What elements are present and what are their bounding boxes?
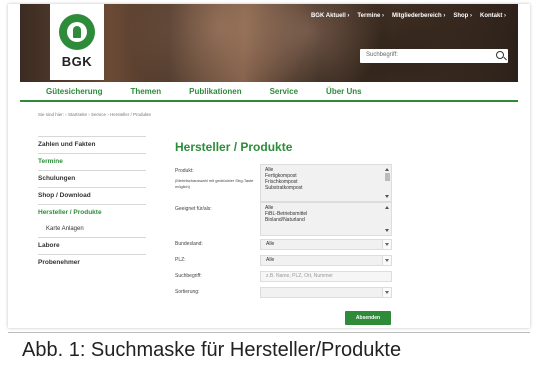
produkt-label: Produkt: (Mehrfachauswahl mit gedrückter… [175,168,255,190]
chevron-down-icon[interactable] [382,288,391,297]
topnav-shop[interactable]: Shop › [453,13,472,19]
suchbegriff-placeholder: z.B. Name, PLZ, Ort, Nummer [266,273,333,279]
sortierung-label: Sortierung: [175,289,200,295]
nav-service[interactable]: Service [270,87,298,96]
produkt-label-text: Produkt: [175,168,194,174]
sidebar-item-labore[interactable]: Labore [38,237,146,254]
sidebar-item-probenehmer[interactable]: Probenehmer [38,254,146,271]
logo-emblem-icon [59,14,95,50]
chevron-down-icon[interactable] [382,240,391,249]
suchbegriff-label: Suchbegriff: [175,273,202,279]
scroll-up-icon[interactable] [385,168,389,171]
produkt-option[interactable]: Substratkompost [265,185,387,191]
plz-label: PLZ: [175,257,186,263]
scroll-down-icon[interactable] [385,229,389,232]
scroll-up-icon[interactable] [385,206,389,209]
sidebar-item-shop-download[interactable]: Shop / Download [38,187,146,204]
sidebar: Zahlen und Fakten Termine Schulungen Sho… [38,136,146,271]
nav-guetesicherung[interactable]: Gütesicherung [46,87,102,96]
plz-value: Alle [266,257,275,263]
figure-caption: Abb. 1: Suchmaske für Hersteller/Produkt… [22,339,402,361]
scroll-thumb[interactable] [384,173,390,181]
produkt-note: (Mehrfachauswahl mit gedrückter Strg-Tas… [175,178,254,189]
sidebar-item-zahlen-und-fakten[interactable]: Zahlen und Fakten [38,136,146,153]
geeignet-label: Geeignet für/als: [175,206,212,212]
main-navigation: Gütesicherung Themen Publikationen Servi… [20,82,518,102]
plz-select[interactable]: Alle [260,255,392,266]
sidebar-item-schulungen[interactable]: Schulungen [38,170,146,187]
header-banner: BGK BGK Aktuell › Termine › Mitgliederbe… [20,4,518,82]
logo[interactable]: BGK [50,4,104,80]
submit-button[interactable]: Absenden [345,311,391,325]
produkt-listbox[interactable]: Alle Fertigkompost Frischkompost Substra… [260,164,392,202]
sidebar-subitem-karte-anlagen[interactable]: Karte Anlagen [38,221,146,237]
geeignet-listbox[interactable]: Alle FiBL-Betriebsmittel Bioland/Naturla… [260,202,392,236]
topnav-kontakt[interactable]: Kontakt › [480,13,506,19]
geeignet-option[interactable]: Bioland/Naturland [265,217,387,223]
search-input[interactable]: Suchbegriff: [360,49,508,63]
sidebar-item-hersteller-produkte[interactable]: Hersteller / Produkte [38,204,146,221]
suchbegriff-input[interactable]: z.B. Name, PLZ, Ort, Nummer [260,271,392,282]
nav-ueber-uns[interactable]: Über Uns [326,87,362,96]
topnav-bgk-aktuell[interactable]: BGK Aktuell › [311,13,349,19]
top-navigation: BGK Aktuell › Termine › Mitgliederbereic… [311,13,506,19]
chevron-down-icon[interactable] [382,256,391,265]
nav-themen[interactable]: Themen [130,87,161,96]
breadcrumb: Sie sind hier: › Startseite › Service › … [38,112,152,117]
produkt-scrollbar[interactable] [384,166,390,200]
logo-text: BGK [61,54,93,69]
bundesland-select[interactable]: Alle [260,239,392,250]
scroll-down-icon[interactable] [385,195,389,198]
sortierung-select[interactable] [260,287,392,298]
topnav-mitgliederbereich[interactable]: Mitgliederbereich › [392,13,445,19]
bundesland-value: Alle [266,241,275,247]
geeignet-scrollbar[interactable] [384,204,390,234]
topnav-termine[interactable]: Termine › [357,13,384,19]
page-title: Hersteller / Produkte [175,140,293,154]
search-icon[interactable] [496,51,504,59]
bundesland-label: Bundesland: [175,241,203,247]
sidebar-item-termine[interactable]: Termine [38,153,146,170]
search-placeholder: Suchbegriff: [366,52,398,58]
nav-publikationen[interactable]: Publikationen [189,87,241,96]
